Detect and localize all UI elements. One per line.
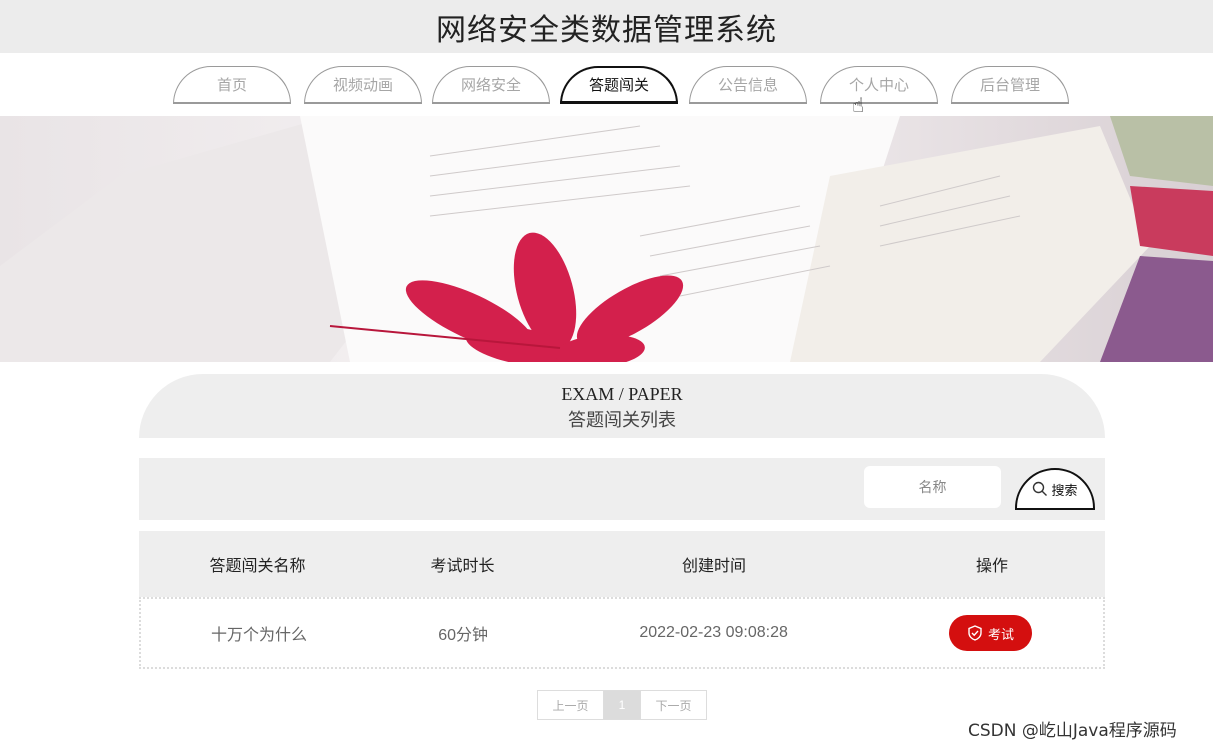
- hand-cursor-icon: ☝: [852, 95, 865, 117]
- main-nav: 首页 视频动画 网络安全 答题闯关 公告信息 个人中心 后台管理: [0, 53, 1213, 116]
- nav-item-notices[interactable]: 公告信息: [689, 66, 807, 104]
- exam-name-cell: 十万个为什么: [211, 627, 308, 644]
- search-button-label: 搜索: [1051, 482, 1078, 498]
- exam-table: 答题闯关名称 考试时长 创建时间 操作 十万个为什么 60分钟 2022-02-…: [139, 531, 1105, 669]
- column-header-created: 创建时间: [681, 558, 746, 575]
- shield-check-icon: [968, 625, 982, 641]
- prev-page-button[interactable]: 上一页: [538, 691, 604, 719]
- search-button[interactable]: 搜索: [1015, 468, 1095, 510]
- nav-item-home[interactable]: 首页: [173, 66, 291, 104]
- page-number-current[interactable]: 1: [604, 691, 640, 719]
- column-header-name: 答题闯关名称: [209, 558, 306, 575]
- search-input[interactable]: [864, 466, 1001, 508]
- take-exam-label: 考试: [987, 626, 1014, 642]
- nav-item-videos[interactable]: 视频动画: [304, 66, 422, 104]
- nav-item-admin[interactable]: 后台管理: [951, 66, 1069, 104]
- book-leaf-illustration: [0, 116, 1213, 362]
- section-title-cn: 答题闯关列表: [568, 410, 676, 431]
- section-header: EXAM / PAPER 答题闯关列表: [139, 374, 1105, 438]
- take-exam-button[interactable]: 考试: [948, 615, 1032, 651]
- exam-duration-cell: 60分钟: [438, 627, 489, 644]
- site-title: 网络安全类数据管理系统: [436, 12, 777, 48]
- section-title-en: EXAM / PAPER: [561, 384, 683, 404]
- next-page-button[interactable]: 下一页: [640, 691, 706, 719]
- column-header-action: 操作: [975, 558, 1008, 575]
- nav-item-security[interactable]: 网络安全: [432, 66, 550, 104]
- banner-image: [0, 116, 1213, 362]
- nav-item-profile[interactable]: 个人中心: [820, 66, 938, 104]
- header-bar: 网络安全类数据管理系统: [0, 0, 1213, 53]
- action-cell: 考试: [878, 615, 1103, 651]
- pagination: 上一页 1 下一页: [537, 690, 707, 720]
- search-bar: 搜索: [139, 458, 1105, 520]
- exam-created-cell: 2022-02-23 09:08:28: [639, 624, 788, 641]
- watermark-text: CSDN @屹山Java程序源码: [968, 721, 1177, 741]
- nav-item-exam[interactable]: 答题闯关: [560, 66, 678, 104]
- search-icon: [1033, 481, 1048, 496]
- table-row: 十万个为什么 60分钟 2022-02-23 09:08:28 考试: [139, 597, 1105, 669]
- table-header: 答题闯关名称 考试时长 创建时间 操作: [139, 531, 1105, 597]
- column-header-duration: 考试时长: [430, 558, 495, 575]
